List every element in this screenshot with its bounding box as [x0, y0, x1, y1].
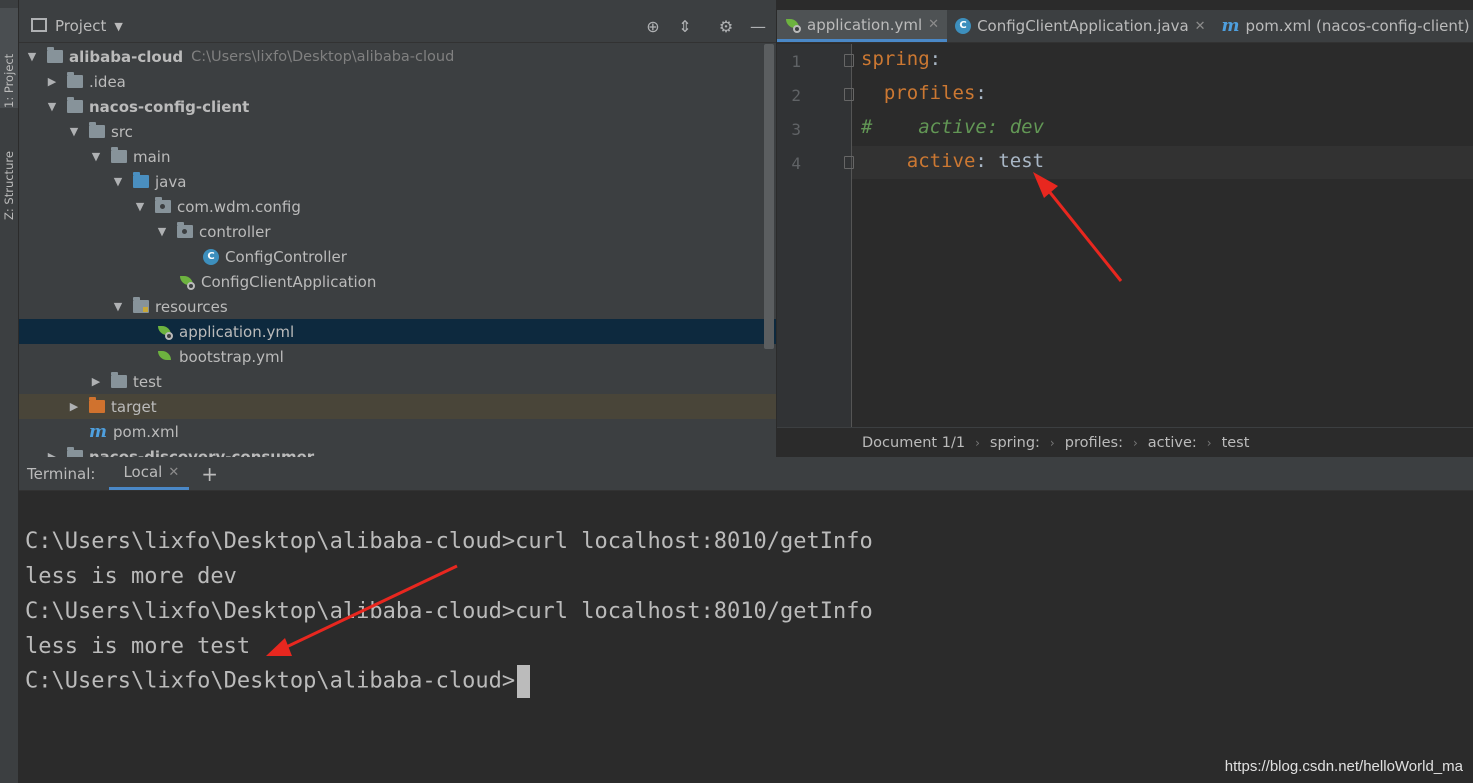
annotation-arrows: [266, 172, 1123, 656]
annotation-arrow-editor: [1033, 172, 1123, 282]
annotation-arrow-terminal: [266, 564, 458, 656]
